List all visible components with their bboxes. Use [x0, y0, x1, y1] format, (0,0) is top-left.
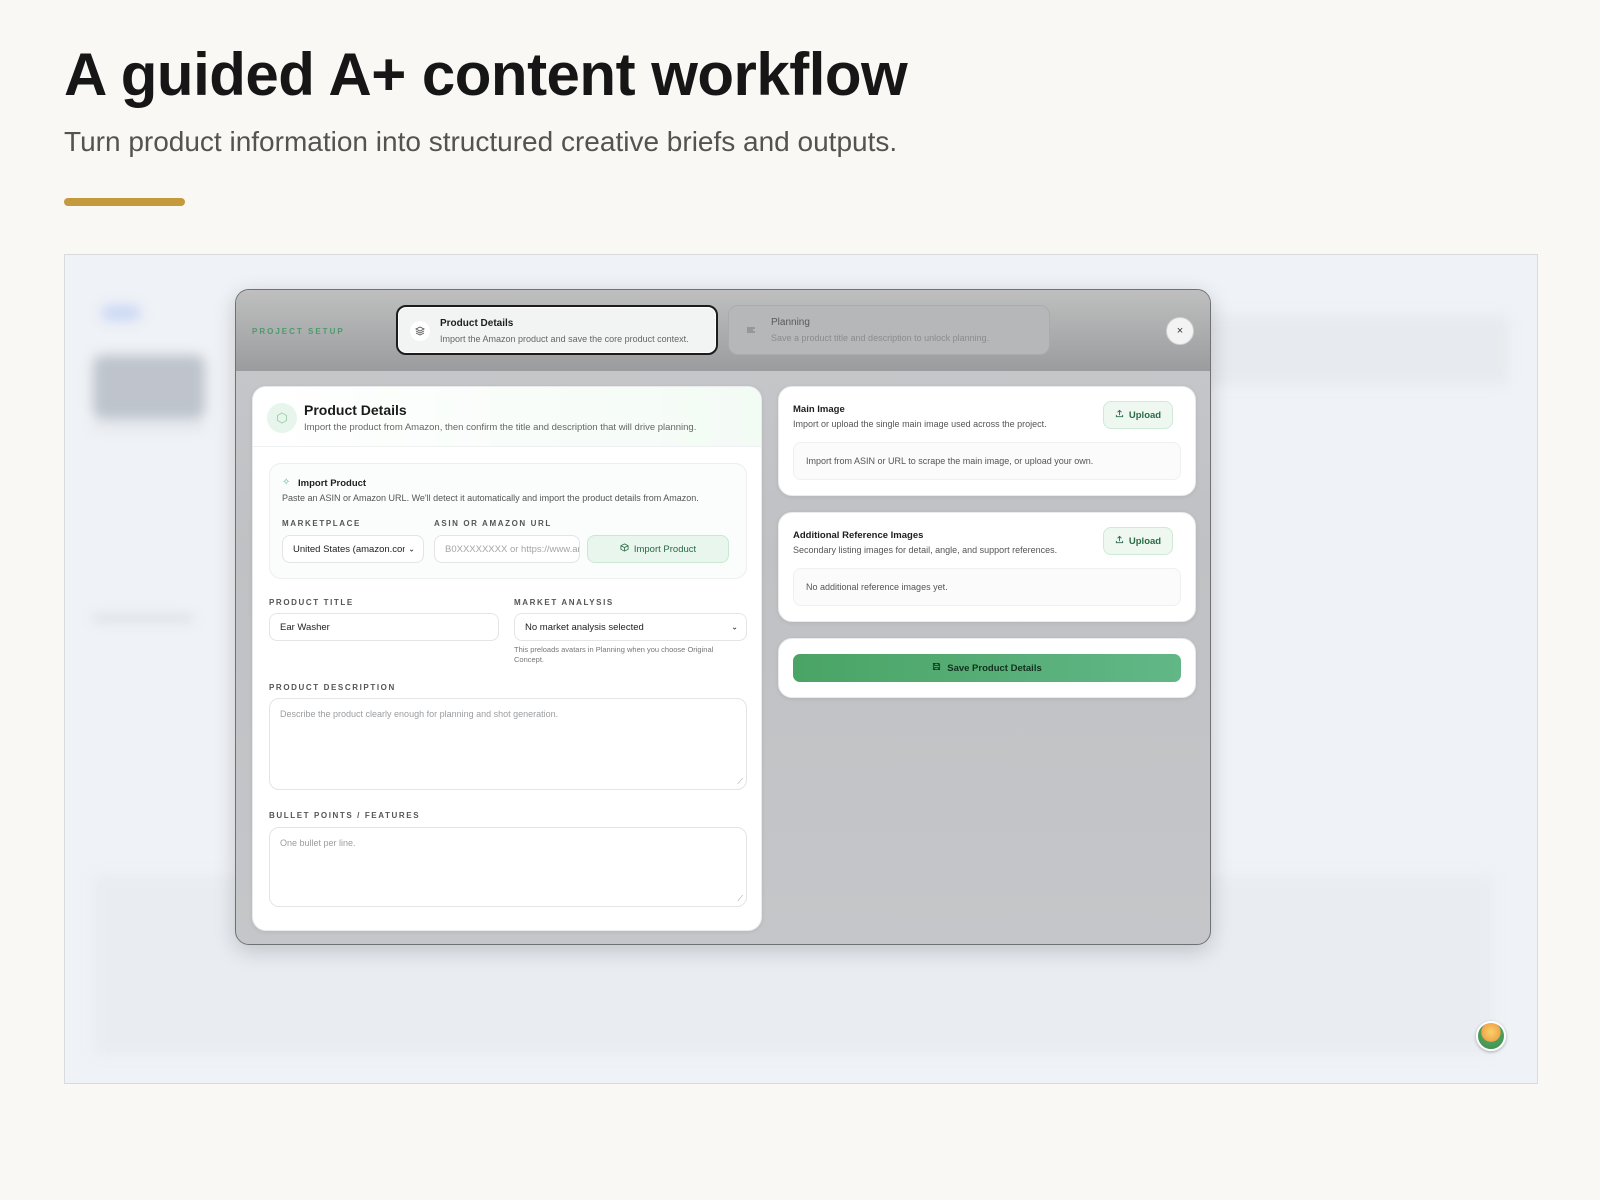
marketplace-select[interactable]: United States (amazon.com) ⌄ [282, 535, 424, 563]
accent-bar [64, 198, 185, 206]
modal-header: PROJECT SETUP Product Details Import the… [236, 290, 1210, 371]
main-image-subtitle: Import or upload the single main image u… [793, 419, 1047, 429]
import-subtitle: Paste an ASIN or Amazon URL. We'll detec… [282, 493, 699, 503]
asin-input[interactable]: B0XXXXXXXX or https://www.amazon.com/dp/… [434, 535, 580, 563]
upload-reference-images-button[interactable]: Upload [1103, 527, 1173, 555]
asin-label: ASIN OR AMAZON URL [434, 519, 552, 528]
reference-images-title: Additional Reference Images [793, 530, 924, 541]
main-image-title: Main Image [793, 404, 845, 415]
marketplace-value: United States (amazon.com) [293, 543, 405, 555]
market-analysis-label: MARKET ANALYSIS [514, 598, 614, 607]
market-analysis-value: No market analysis selected [525, 621, 644, 633]
resize-handle-icon[interactable]: ⟋ [737, 777, 743, 787]
project-setup-modal: PROJECT SETUP Product Details Import the… [235, 289, 1211, 945]
description-textarea[interactable]: Describe the product clearly enough for … [269, 698, 747, 790]
upload-label: Upload [1128, 409, 1162, 421]
market-analysis-hint: This preloads avatars in Planning when y… [514, 645, 714, 664]
upload-main-image-button[interactable]: Upload [1103, 401, 1173, 429]
main-image-empty-state: Import from ASIN or URL to scrape the ma… [793, 442, 1181, 480]
upload-label: Upload [1128, 535, 1162, 547]
step-planning[interactable]: Planning Save a product title and descri… [728, 305, 1050, 355]
product-title-label: PRODUCT TITLE [269, 598, 354, 607]
import-product-box: ✧ Import Product Paste an ASIN or Amazon… [269, 463, 747, 579]
save-card: Save Product Details [778, 638, 1196, 698]
upload-icon [1115, 409, 1124, 421]
step-description: Save a product title and description to … [771, 333, 990, 343]
card-header: Product Details Import the product from … [253, 387, 761, 447]
save-product-details-button[interactable]: Save Product Details [793, 654, 1181, 682]
step-title: Planning [771, 317, 810, 328]
upload-icon [1115, 535, 1124, 547]
marketplace-label: MARKETPLACE [282, 519, 361, 528]
save-icon [932, 662, 941, 674]
import-button-label: Import Product [633, 543, 697, 555]
step-description: Import the Amazon product and save the c… [440, 334, 689, 344]
bullets-textarea[interactable]: One bullet per line. ⟋ [269, 827, 747, 907]
reference-images-subtitle: Secondary listing images for detail, ang… [793, 545, 1058, 555]
avatar[interactable] [1476, 1021, 1506, 1051]
close-button[interactable]: × [1166, 317, 1194, 345]
reference-images-card: Additional Reference Images Secondary li… [778, 512, 1196, 622]
bullets-placeholder: One bullet per line. [280, 838, 356, 848]
hexagon-icon [267, 403, 297, 433]
description-placeholder: Describe the product clearly enough for … [280, 709, 559, 719]
main-image-card: Main Image Import or upload the single m… [778, 386, 1196, 496]
hero-title: A guided A+ content workflow [64, 41, 908, 108]
market-analysis-select[interactable]: No market analysis selected ⌄ [514, 613, 747, 641]
import-title: Import Product [298, 478, 367, 489]
layers-icon [410, 321, 430, 341]
list-icon [741, 320, 761, 340]
app-screenshot-frame: PROJECT SETUP Product Details Import the… [64, 254, 1538, 1084]
step-product-details[interactable]: Product Details Import the Amazon produc… [396, 305, 718, 355]
package-icon [620, 543, 629, 555]
chevron-down-icon: ⌄ [408, 544, 415, 554]
section-label: PROJECT SETUP [252, 327, 345, 336]
bullets-label: BULLET POINTS / FEATURES [269, 811, 421, 820]
hero-subtitle: Turn product information into structured… [64, 126, 898, 157]
save-button-label: Save Product Details [947, 662, 1042, 674]
sparkle-icon: ✧ [282, 477, 291, 488]
description-label: PRODUCT DESCRIPTION [269, 683, 396, 692]
product-title-input[interactable]: Ear Washer [269, 613, 499, 641]
card-title: Product Details [304, 402, 407, 418]
chevron-down-icon: ⌄ [731, 622, 738, 632]
reference-images-empty-state: No additional reference images yet. [793, 568, 1181, 606]
card-subtitle: Import the product from Amazon, then con… [304, 422, 697, 433]
import-product-button[interactable]: Import Product [587, 535, 729, 563]
product-details-card: Product Details Import the product from … [252, 386, 762, 931]
resize-handle-icon[interactable]: ⟋ [737, 894, 743, 904]
step-title: Product Details [440, 318, 514, 329]
